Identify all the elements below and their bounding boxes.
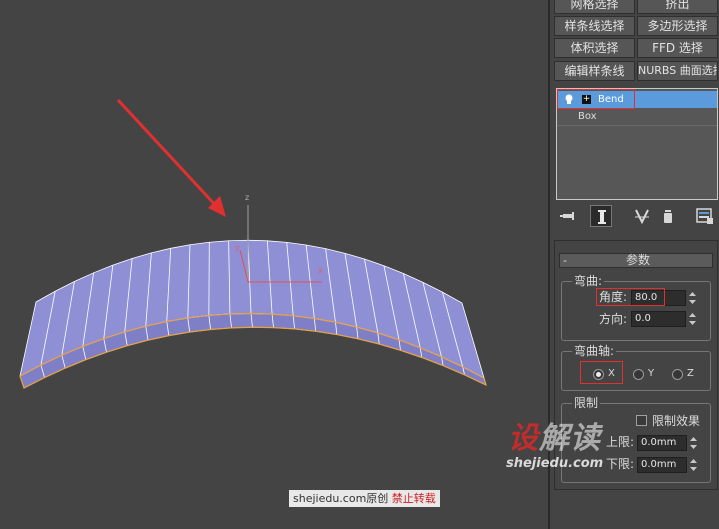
axis-y-label: Y bbox=[648, 368, 655, 379]
extrude-button[interactable]: 挤出 bbox=[637, 0, 718, 14]
vol-select-button[interactable]: 体积选择 bbox=[554, 38, 635, 58]
limit-effect-label: 限制效果 bbox=[652, 414, 701, 428]
direction-label: 方向: bbox=[599, 312, 628, 326]
show-end-result-icon[interactable] bbox=[590, 205, 612, 227]
remove-modifier-icon[interactable] bbox=[657, 205, 679, 227]
upper-limit-label: 上限: bbox=[606, 435, 635, 449]
gizmo-y-label: y bbox=[235, 243, 240, 252]
lower-limit-label: 下限: bbox=[606, 457, 635, 471]
limits-group-title: 限制 bbox=[572, 395, 601, 411]
bend-axis-group-title: 弯曲轴: bbox=[572, 343, 617, 359]
viewport[interactable]: z y x bbox=[0, 0, 548, 529]
mesh-select-button[interactable]: 网格选择 bbox=[554, 0, 635, 14]
highlight-axis-x bbox=[580, 361, 623, 384]
stack-item-label: Box bbox=[578, 111, 597, 122]
lower-spinner-icon[interactable] bbox=[689, 457, 698, 473]
lower-limit-field[interactable]: 0.0mm bbox=[637, 457, 687, 473]
watermark-logo: 设解读 bbox=[508, 421, 601, 456]
make-unique-icon[interactable] bbox=[632, 205, 654, 227]
rollout-title: 参数 bbox=[626, 253, 651, 267]
limit-effect-checkbox[interactable] bbox=[636, 415, 647, 426]
upper-limit-field[interactable]: 0.0mm bbox=[637, 435, 687, 451]
bend-group-title: 弯曲: bbox=[572, 273, 605, 289]
gizmo-x-label: x bbox=[318, 266, 323, 275]
spline-select-button[interactable]: 样条线选择 bbox=[554, 16, 635, 36]
axis-z-label: Z bbox=[687, 368, 694, 379]
axis-y-radio[interactable] bbox=[633, 369, 644, 380]
poly-select-button[interactable]: 多边形选择 bbox=[637, 16, 718, 36]
angle-spinner-icon[interactable] bbox=[688, 290, 697, 306]
nurbs-surface-select-button[interactable]: NURBS 曲面选择 bbox=[637, 61, 718, 81]
rollout-header[interactable]: - 参数 bbox=[559, 253, 713, 268]
bent-box-mesh[interactable] bbox=[0, 0, 548, 529]
pin-stack-icon[interactable] bbox=[558, 205, 580, 227]
highlight-angle bbox=[596, 288, 665, 306]
gizmo-z-label: z bbox=[245, 193, 250, 202]
annotation-arrow-shaft bbox=[116, 98, 220, 210]
credit-banner: shejiedu.com原创 禁止转载 bbox=[289, 490, 440, 507]
ffd-select-button[interactable]: FFD 选择 bbox=[637, 38, 718, 58]
direction-field[interactable]: 0.0 bbox=[631, 311, 686, 327]
rollout-toggle[interactable]: - bbox=[563, 254, 567, 267]
direction-spinner-icon[interactable] bbox=[688, 311, 697, 327]
configure-sets-icon[interactable] bbox=[694, 205, 716, 227]
upper-spinner-icon[interactable] bbox=[689, 435, 698, 451]
axis-z-radio[interactable] bbox=[672, 369, 683, 380]
stack-toolbar bbox=[556, 205, 718, 227]
highlight-bend-stack bbox=[557, 89, 635, 109]
watermark-url: shejiedu.com bbox=[506, 456, 604, 471]
stack-item-box[interactable]: Box bbox=[557, 108, 717, 126]
edit-spline-button[interactable]: 编辑样条线 bbox=[554, 61, 635, 81]
